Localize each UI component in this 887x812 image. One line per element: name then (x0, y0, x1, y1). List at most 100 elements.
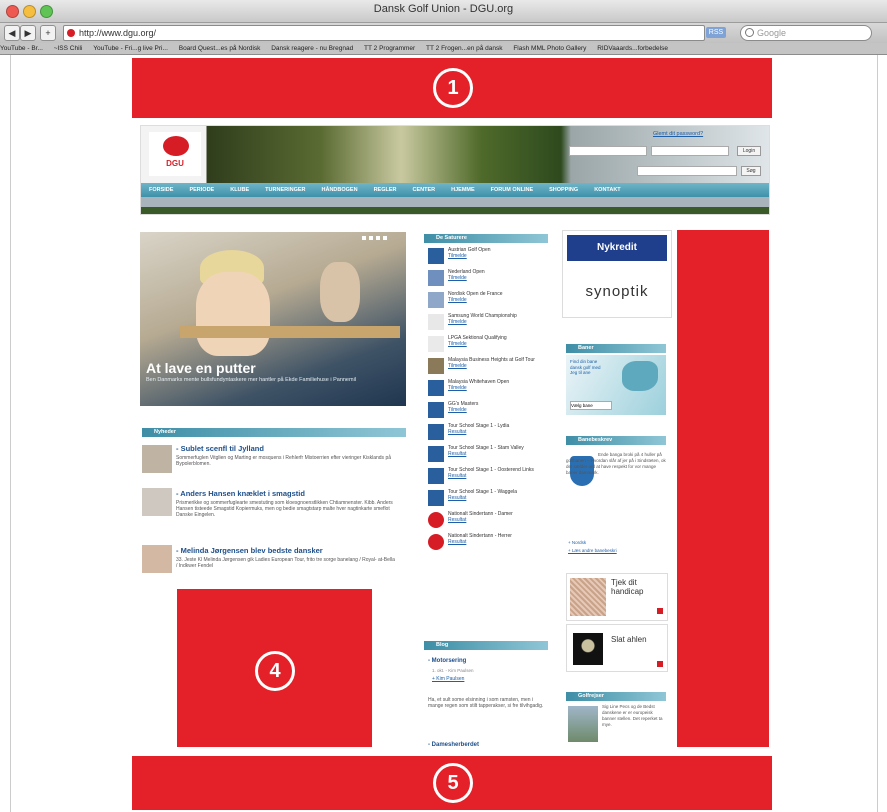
tournament-link[interactable]: Tilmelde (448, 297, 502, 304)
tournament-item[interactable]: Nationalt Sindertann - Damer Resultat (428, 511, 548, 534)
tournament-item[interactable]: Malaysia Whitehaven Open Tilmelde (428, 379, 548, 402)
login-button[interactable]: Login (737, 146, 761, 156)
nav-item[interactable]: PERIODE (181, 187, 222, 193)
hero-subtitle: Ben Danmarks mente bullsfundyntaskere me… (146, 377, 357, 383)
bookmark-item[interactable]: YouTube - Fri...g live Pri... (93, 43, 168, 54)
hero-photo-child (196, 272, 270, 356)
tournament-item[interactable]: Nederland Open Tilmelde (428, 269, 548, 292)
tournament-item[interactable]: Austrian Golf Open Tilmelde (428, 247, 548, 270)
forgot-password-link[interactable]: Glemt dit password? (653, 131, 703, 137)
bookmark-item[interactable]: Flash MML Photo Gallery (513, 43, 586, 54)
nav-item[interactable]: HJEMME (443, 187, 483, 193)
password-input[interactable] (651, 146, 729, 156)
news-thumbnail[interactable] (142, 488, 172, 516)
bookmark-item[interactable]: TT 2 Frogen...en på dansk (426, 43, 502, 54)
handicap-promo[interactable]: Tjek dit handicap (566, 573, 668, 621)
browser-toolbar: ◀ ▶ + http://www.dgu.org/ RSS Google (0, 23, 887, 43)
bookmark-item[interactable]: TT 2 Programmer (364, 43, 415, 54)
course-header: Banebeskrev (566, 436, 666, 445)
news-title[interactable]: - Sublet scenfl til Jylland (176, 444, 264, 453)
hero-banner[interactable]: At lave en putter Ben Danmarks mente bul… (140, 232, 406, 406)
tournament-link[interactable]: Resultat (448, 517, 513, 524)
blog-author-link[interactable]: + Kim Paulsen (432, 676, 546, 682)
golftravel-header: Golfrejser (566, 692, 666, 701)
dgu-logo[interactable]: DGU (149, 132, 201, 176)
back-button[interactable]: ◀ (4, 25, 20, 41)
course-link-1[interactable]: + Nordsk (568, 540, 666, 545)
news-thumbnail[interactable] (142, 445, 172, 473)
tournament-link[interactable]: Tilmelde (448, 319, 517, 326)
tournament-link[interactable]: Resultat (448, 429, 509, 436)
address-bar[interactable]: http://www.dgu.org/ (63, 25, 705, 41)
bookmark-item[interactable]: ~ISS Chili (54, 43, 83, 54)
tournament-link[interactable]: Tilmelde (448, 385, 509, 392)
annotation-block-4: 4 (177, 589, 372, 747)
tournament-item[interactable]: Tour School Stage 1 - Oosterend Links Res… (428, 467, 548, 490)
nav-item[interactable]: CENTER (405, 187, 444, 193)
tournament-link[interactable]: Tilmelde (448, 363, 535, 370)
tournament-item[interactable]: Tour School Stage 1 - Stam Valley Resulta… (428, 445, 548, 468)
bookmark-item[interactable]: RIDVaaards...forbedelse (597, 43, 668, 54)
tournament-logo-icon (428, 490, 444, 506)
nav-item[interactable]: SHOPPING (541, 187, 586, 193)
tournament-logo-icon (428, 292, 444, 308)
nav-item[interactable]: HÅNDBOGEN (314, 187, 366, 193)
tournament-link[interactable]: Resultat (448, 495, 517, 502)
site-search-button[interactable]: Søg (741, 166, 761, 176)
rss-icon[interactable]: RSS (706, 27, 726, 38)
map-select[interactable]: Vælg bane (570, 401, 612, 410)
bookmark-item[interactable]: Board Quest...es på Nordisk (179, 43, 261, 54)
dgu-tournament-logo-icon (428, 534, 444, 550)
hero-photo-person (320, 262, 360, 322)
annotation-block-1: 1 (132, 58, 772, 118)
news-header: Nyheder (142, 428, 406, 437)
site-search-input[interactable] (637, 166, 737, 176)
nav-item[interactable]: KONTAKT (586, 187, 628, 193)
tournament-link[interactable]: Resultat (448, 473, 534, 480)
blog-title-2[interactable]: - Damesherberdet (428, 742, 546, 748)
tournament-link[interactable]: Tilmelde (448, 341, 507, 348)
news-thumbnail[interactable] (142, 545, 172, 573)
tournament-item[interactable]: Malaysia Business Heights at Golf Tour Ti… (428, 357, 548, 380)
forward-button[interactable]: ▶ (20, 25, 36, 41)
nav-item[interactable]: FORSIDE (141, 187, 181, 193)
map-text[interactable]: Find din bane dansk golf med Jeg til ane (570, 359, 608, 376)
denmark-map[interactable]: Find din bane dansk golf med Jeg til ane… (566, 355, 666, 415)
nykredit-logo[interactable]: Nykredit (567, 235, 667, 261)
add-bookmark-button[interactable]: + (40, 25, 56, 41)
hero-title[interactable]: At lave en putter (146, 360, 256, 376)
nav-item[interactable]: FORUM ONLINE (483, 187, 541, 193)
tournament-item[interactable]: Samsung World Championship Tilmelde (428, 313, 548, 336)
tournament-logo-icon (428, 380, 444, 396)
blog-title[interactable]: - Motorsering (428, 658, 546, 664)
tournament-link[interactable]: Resultat (448, 451, 524, 458)
tournament-item[interactable]: Tour School Stage 1 - Waggela Resultat (428, 489, 548, 512)
tournament-link[interactable]: Tilmelde (448, 253, 491, 260)
tournament-link[interactable]: Tilmelde (448, 407, 478, 414)
bookmark-item[interactable]: Dansk reagere - nu Bregnad (271, 43, 353, 54)
nav-item[interactable]: TURNERINGER (257, 187, 313, 193)
synoptik-logo[interactable]: synoptik (567, 283, 667, 300)
tournament-item[interactable]: Nordisk Open de France Tilmelde (428, 291, 548, 314)
tournament-item[interactable]: Tour School Stage 1 - Lydia Resultat (428, 423, 548, 446)
tournament-link[interactable]: Resultat (448, 539, 512, 546)
nav-item[interactable]: REGLER (366, 187, 405, 193)
news-title[interactable]: - Melinda Jørgensen blev bedste dansker (176, 546, 323, 555)
hero-pager[interactable] (362, 236, 387, 240)
course-link-2[interactable]: + Læs andre banebeskri (568, 548, 666, 553)
tournament-item[interactable]: GG's Masters Tilmelde (428, 401, 548, 424)
site-header: DGU Glemt dit password? Login Søg FORSID… (140, 125, 770, 215)
golftravel-image (568, 706, 598, 742)
bookmark-item[interactable]: YouTube - Br... (0, 43, 43, 54)
tournament-item[interactable]: Nationalt Sindertann - Herrer Resultat (428, 533, 548, 556)
browser-search-input[interactable]: Google (740, 25, 872, 41)
slat-promo[interactable]: Slat ahlen (566, 624, 668, 672)
news-title[interactable]: - Anders Hansen knæklet i smagstid (176, 489, 305, 498)
username-input[interactable] (569, 146, 647, 156)
window-titlebar: Dansk Golf Union - DGU.org (0, 0, 887, 23)
nav-item[interactable]: KLUBE (222, 187, 257, 193)
tournament-link[interactable]: Tilmelde (448, 275, 485, 282)
slat-promo-text: Slat ahlen (611, 635, 647, 644)
tournament-list: Austrian Golf Open Tilmelde Nederland Ope… (428, 247, 548, 556)
tournament-item[interactable]: LPGA Sektional Qualifying Tilmelde (428, 335, 548, 358)
